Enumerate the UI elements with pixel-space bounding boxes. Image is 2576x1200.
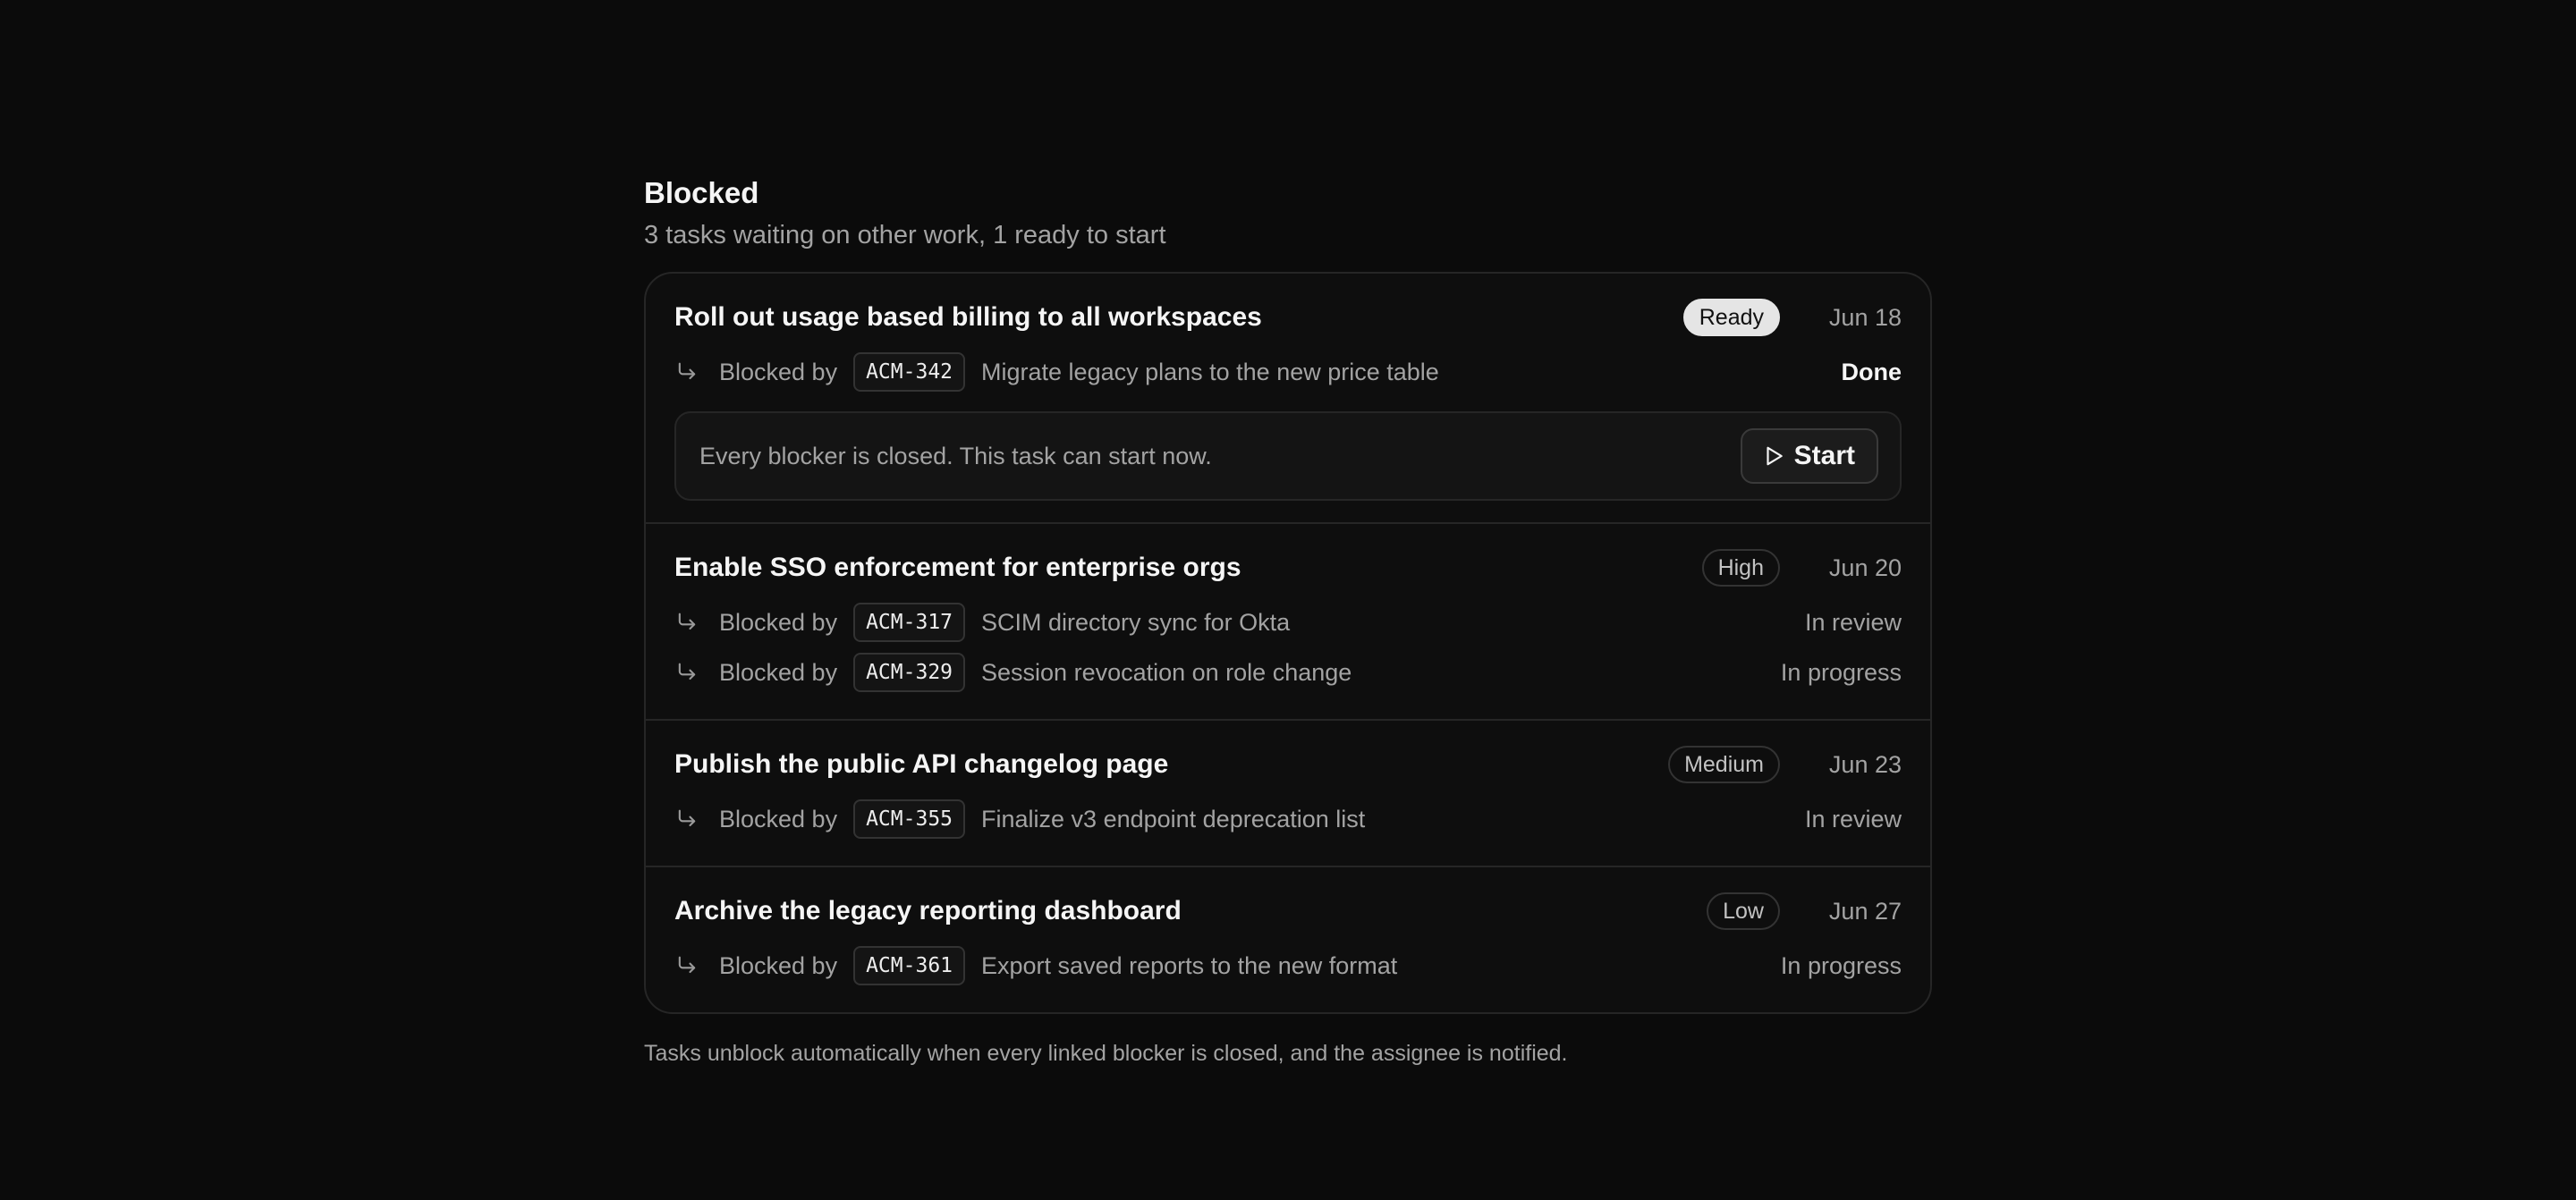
due-date: Jun 18 — [1828, 303, 1902, 331]
task-header: Enable SSO enforcement for enterprise or… — [674, 547, 1902, 588]
task-item[interactable]: Roll out usage based billing to all work… — [646, 274, 1930, 522]
corner-down-right-icon — [674, 359, 719, 385]
priority-badge: Medium — [1668, 746, 1780, 783]
blocker-title[interactable]: Finalize v3 endpoint deprecation list — [981, 806, 1805, 833]
task-title[interactable]: Archive the legacy reporting dashboard — [674, 896, 1707, 926]
task-item[interactable]: Publish the public API changelog page Me… — [646, 719, 1930, 866]
blocker-title[interactable]: Session revocation on role change — [981, 659, 1781, 687]
blocker-title[interactable]: SCIM directory sync for Okta — [981, 609, 1805, 637]
blocker-status: In progress — [1780, 951, 1902, 979]
blocker-row: Blocked by ACM-342 Migrate legacy plans … — [674, 347, 1902, 397]
corner-down-right-icon — [674, 660, 719, 685]
ready-message: Every blocker is closed. This task can s… — [699, 442, 1212, 469]
play-icon — [1767, 446, 1783, 466]
task-header: Archive the legacy reporting dashboard L… — [674, 891, 1902, 932]
due-date: Jun 20 — [1828, 554, 1902, 581]
corner-down-right-icon — [674, 953, 719, 978]
blocked-by-label: Blocked by — [719, 805, 838, 832]
task-title[interactable]: Publish the public API changelog page — [674, 749, 1668, 780]
footer-note: Tasks unblock automatically when every l… — [644, 1041, 1568, 1066]
blocker-title[interactable]: Migrate legacy plans to the new price ta… — [981, 359, 1841, 386]
task-item[interactable]: Enable SSO enforcement for enterprise or… — [646, 522, 1930, 719]
page-title: Blocked — [644, 176, 759, 209]
blocker-id[interactable]: ACM-329 — [853, 653, 966, 692]
blocker-row: Blocked by ACM-361 Export saved reports … — [674, 941, 1902, 991]
priority-badge: Low — [1707, 892, 1780, 930]
blocker-id[interactable]: ACM-342 — [853, 352, 966, 392]
start-button[interactable]: Start — [1740, 428, 1878, 484]
corner-down-right-icon — [674, 610, 719, 635]
blocker-row: Blocked by ACM-317 SCIM directory sync f… — [674, 597, 1902, 647]
task-title[interactable]: Roll out usage based billing to all work… — [674, 302, 1683, 333]
due-date: Jun 27 — [1828, 897, 1902, 925]
blocked-by-label: Blocked by — [719, 951, 838, 979]
blocked-section: Blocked 3 tasks waiting on other work, 1… — [644, 173, 1932, 1069]
task-list: Roll out usage based billing to all work… — [644, 272, 1932, 1014]
blocker-status: Done — [1841, 358, 1902, 385]
blocker-status: In progress — [1780, 658, 1902, 686]
blocker-id[interactable]: ACM-361 — [853, 946, 966, 985]
corner-down-right-icon — [674, 807, 719, 832]
blocker-id[interactable]: ACM-317 — [853, 603, 966, 642]
page-subtitle: 3 tasks waiting on other work, 1 ready t… — [644, 221, 1166, 249]
task-header: Roll out usage based billing to all work… — [674, 297, 1902, 338]
due-date: Jun 23 — [1828, 750, 1902, 778]
ready-panel: Every blocker is closed. This task can s… — [674, 411, 1902, 501]
blocked-by-label: Blocked by — [719, 358, 838, 385]
blocked-by-label: Blocked by — [719, 608, 838, 636]
blocker-row: Blocked by ACM-355 Finalize v3 endpoint … — [674, 794, 1902, 844]
start-button-label: Start — [1793, 441, 1855, 470]
task-title[interactable]: Enable SSO enforcement for enterprise or… — [674, 553, 1702, 583]
task-header: Publish the public API changelog page Me… — [674, 744, 1902, 785]
priority-badge: High — [1701, 549, 1780, 587]
blocker-status: In review — [1804, 805, 1902, 832]
blocker-row: Blocked by ACM-329 Session revocation on… — [674, 647, 1902, 697]
blocker-status: In review — [1804, 608, 1902, 636]
task-item[interactable]: Archive the legacy reporting dashboard L… — [646, 866, 1930, 1012]
blocked-by-label: Blocked by — [719, 658, 838, 686]
blocker-id[interactable]: ACM-355 — [853, 799, 966, 839]
status-badge: Ready — [1682, 299, 1780, 336]
blocker-title[interactable]: Export saved reports to the new format — [981, 952, 1781, 980]
